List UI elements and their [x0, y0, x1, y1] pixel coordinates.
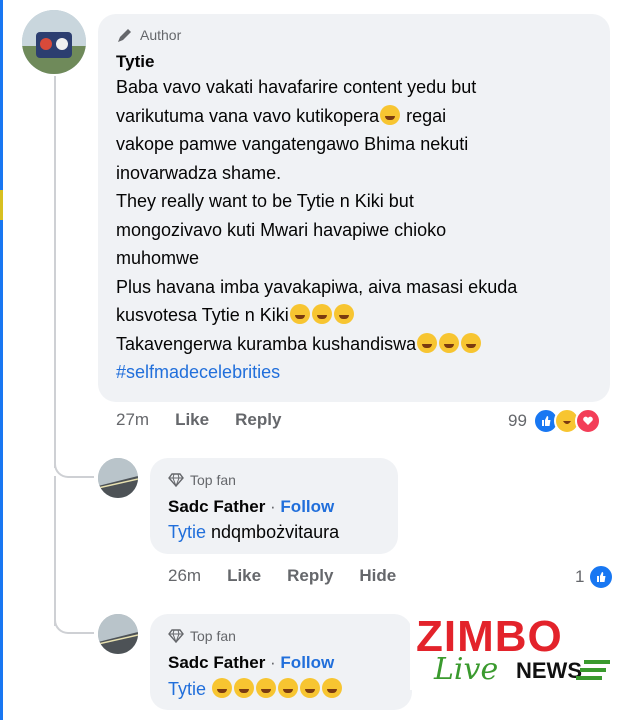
laughing-emoji-icon	[311, 304, 332, 324]
reply-bubble: Top fan Sadc Father · Follow Tytie ndqmb…	[150, 458, 398, 554]
zimbo-live-news-logo: ZIMBO Live NEWS	[410, 612, 622, 690]
author-avatar[interactable]	[22, 10, 86, 74]
reply-actions: 26m Like Reply Hide	[168, 566, 396, 586]
laughing-emoji-icon	[322, 678, 343, 698]
logo-stripe	[584, 660, 610, 664]
comment-line: vakope pamwe vangatengawo Bhima nekuti	[116, 134, 469, 154]
topfan-label: Top fan	[190, 628, 236, 644]
logo-stripe	[576, 676, 602, 680]
mention-link[interactable]: Tytie	[168, 679, 206, 699]
reply-header: Sadc Father · Follow	[168, 497, 334, 517]
love-reaction-icon	[574, 408, 601, 434]
reply-text: ndqmbożvitaura	[211, 522, 340, 542]
comment-line: mongozivavo kuti Mwari havapiwe chioko	[116, 219, 447, 240]
thread-connector	[54, 596, 94, 634]
laughing-emoji-icon	[380, 104, 401, 125]
comment-line-2: varikutuma vana vavo kutikopera regai	[116, 104, 447, 126]
name-separator: ·	[265, 653, 281, 672]
topfan-badge: Top fan	[168, 472, 236, 488]
thread-connector	[54, 440, 94, 478]
comment-actions: 27m Like Reply	[116, 410, 281, 430]
reply-bubble: Top fan Sadc Father · Follow Tytie	[150, 614, 412, 710]
like-reaction-icon	[588, 564, 615, 590]
laughing-emoji-icon	[289, 304, 310, 324]
logo-news: NEWS	[516, 658, 582, 683]
reply-button[interactable]: Reply	[287, 566, 333, 586]
logo-live: Live	[434, 652, 499, 687]
comment-line: They really want to be Tytie n Kiki but	[116, 191, 414, 211]
pen-icon	[118, 29, 131, 42]
logo-stripe	[580, 668, 606, 672]
reply-avatar[interactable]	[98, 458, 138, 498]
reply-body: Tytie	[168, 678, 343, 700]
comment-line-10: Takavengerwa kuramba kushandiswa	[116, 330, 606, 359]
comment-line: Plus havana imba yavakapiwa, aiva masasi…	[116, 276, 518, 297]
author-comment-bubble: Author Tytie Baba vavo vakati havafarire…	[98, 14, 610, 402]
reply-timestamp[interactable]: 26m	[168, 566, 201, 586]
like-button[interactable]: Like	[227, 566, 261, 586]
diamond-icon	[168, 473, 184, 487]
topfan-label: Top fan	[190, 472, 236, 488]
laughing-emoji-icon	[461, 332, 482, 353]
hide-button[interactable]: Hide	[359, 566, 396, 586]
laughing-emoji-icon	[212, 678, 233, 698]
reaction-summary[interactable]: 99	[508, 408, 601, 434]
laughing-emoji-icon	[256, 678, 277, 698]
comment-body: Baba vavo vakati havafarire content yedu…	[116, 73, 606, 387]
comment-line: inovarwadza shame.	[116, 162, 282, 183]
laughing-emoji-icon	[300, 678, 321, 698]
topfan-badge: Top fan	[168, 628, 236, 644]
laughing-emoji-icon	[278, 678, 299, 698]
author-badge-label: Author	[140, 27, 182, 43]
comment-line: muhomwe	[116, 248, 200, 268]
laughing-emoji-icon	[333, 304, 354, 324]
follow-button[interactable]: Follow	[280, 497, 334, 516]
left-edge-accent	[0, 190, 3, 220]
thread-connector	[54, 76, 56, 468]
laughing-emoji-icon	[439, 332, 460, 353]
hashtag-link[interactable]: #selfmadecelebrities	[116, 358, 606, 387]
reply-reaction-summary[interactable]: 1	[575, 564, 615, 590]
name-separator: ·	[265, 497, 281, 516]
comment-timestamp[interactable]: 27m	[116, 410, 149, 430]
reply-avatar[interactable]	[98, 614, 138, 654]
follow-button[interactable]: Follow	[280, 653, 334, 672]
reply-header: Sadc Father · Follow	[168, 653, 334, 673]
reaction-count: 99	[508, 411, 527, 430]
mention-link[interactable]: Tytie	[168, 522, 206, 542]
reaction-count: 1	[575, 567, 585, 586]
comment-line-9: kusvotesa Tytie n Kiki	[116, 301, 606, 330]
laughing-emoji-icon	[234, 678, 255, 698]
laughing-emoji-icon	[417, 332, 438, 353]
like-button[interactable]: Like	[175, 410, 209, 430]
left-edge-bar	[0, 0, 3, 720]
reply-author-name[interactable]: Sadc Father	[168, 497, 265, 516]
diamond-icon	[168, 629, 184, 643]
comment-line: Baba vavo vakati havafarire content yedu…	[116, 77, 477, 97]
reply-button[interactable]: Reply	[235, 410, 281, 430]
comment-author-name[interactable]: Tytie	[116, 52, 154, 72]
reply-body: Tytie ndqmbożvitaura	[168, 522, 339, 543]
reply-author-name[interactable]: Sadc Father	[168, 653, 265, 672]
author-badge: Author	[116, 26, 181, 44]
